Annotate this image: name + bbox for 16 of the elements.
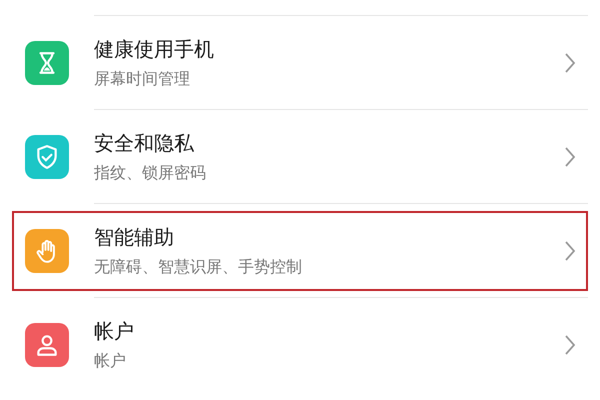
settings-item[interactable]: 帐户 帐户: [12, 304, 588, 384]
item-subtitle: 帐户: [94, 350, 126, 372]
chevron-icon: [564, 52, 576, 74]
chevron-icon: [564, 240, 576, 262]
chevron-icon: [564, 146, 576, 168]
item-title: 健康使用手机: [94, 36, 214, 62]
item-title: 安全和隐私: [94, 130, 194, 156]
chevron-icon: [564, 334, 576, 356]
item-subtitle: 指纹、锁屏密码: [94, 162, 206, 184]
settings-item[interactable]: 健康使用手机 屏幕时间管理: [12, 22, 588, 102]
settings-item[interactable]: 安全和隐私 指纹、锁屏密码: [12, 116, 588, 196]
item-subtitle: 屏幕时间管理: [94, 68, 190, 90]
settings-item[interactable]: 智能辅助 无障碍、智慧识屏、手势控制: [12, 210, 588, 290]
item-title: 帐户: [94, 318, 134, 344]
item-title: 智能辅助: [94, 224, 174, 250]
item-subtitle: 无障碍、智慧识屏、手势控制: [94, 256, 302, 278]
